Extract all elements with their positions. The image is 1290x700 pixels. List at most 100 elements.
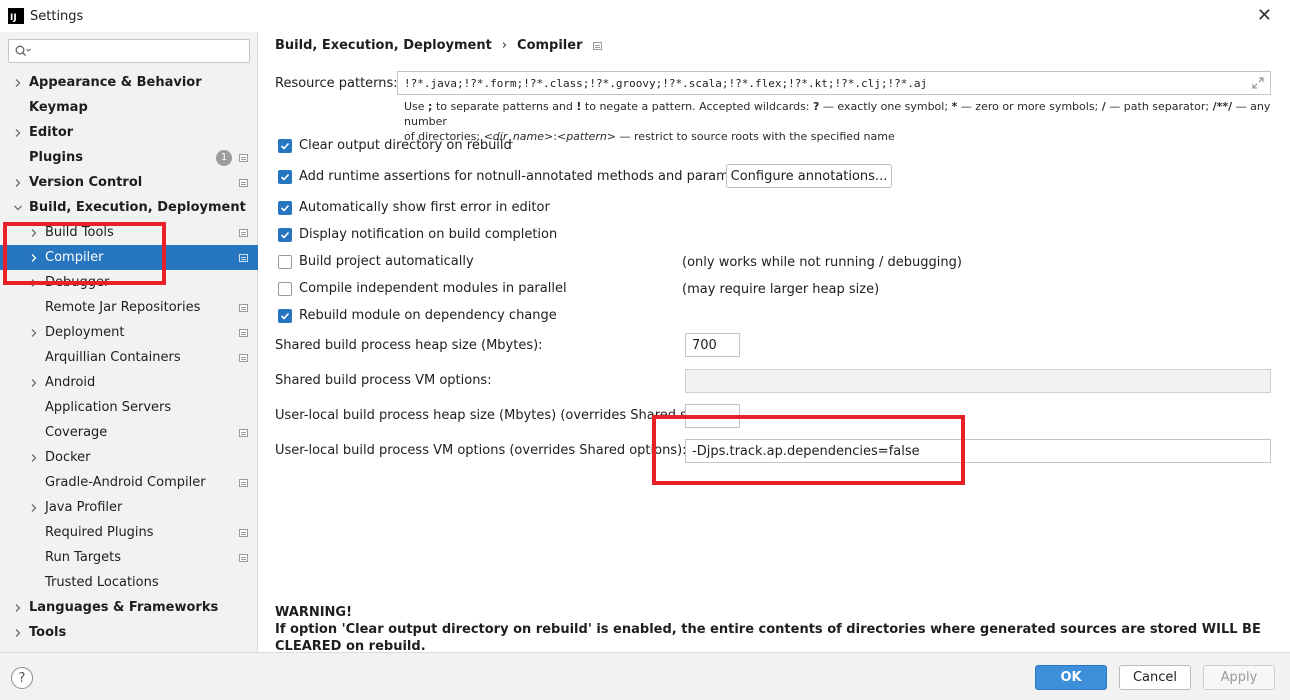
chevron-right-icon[interactable] (12, 177, 24, 189)
warning-message: WARNING! If option 'Clear output directo… (275, 604, 1290, 655)
breadcrumb-parent[interactable]: Build, Execution, Deployment (275, 38, 492, 53)
sidebar-item-label: Run Targets (45, 550, 122, 565)
shared-heap-input[interactable]: 700 (685, 333, 740, 357)
sidebar-item-docker[interactable]: Docker (0, 445, 258, 470)
chevron-right-icon[interactable] (12, 627, 24, 639)
checkbox-compile-independent-modules-in-parallel[interactable]: Compile independent modules in parallel (278, 281, 567, 296)
sidebar-item-deployment[interactable]: Deployment (0, 320, 258, 345)
close-icon[interactable]: ✕ (1257, 7, 1272, 25)
sidebar-item-gradle-android-compiler[interactable]: Gradle-Android Compiler (0, 470, 258, 495)
sidebar-item-label: Deployment (45, 325, 125, 340)
settings-tree: Appearance & Behavior Keymap Editor Plugins… (0, 70, 258, 645)
sidebar-item-editor[interactable]: Editor (0, 120, 258, 145)
sidebar-item-debugger[interactable]: Debugger (0, 270, 258, 295)
chevron-right-icon[interactable] (28, 327, 40, 339)
sidebar-item-trusted-locations[interactable]: Trusted Locations (0, 570, 258, 595)
checkbox-unchecked-icon[interactable] (278, 281, 292, 296)
sidebar-item-application-servers[interactable]: Application Servers (0, 395, 258, 420)
chevron-right-icon[interactable] (12, 127, 24, 139)
settings-search-box[interactable] (8, 39, 250, 63)
dialog-footer: ? OK Cancel Apply (0, 652, 1290, 700)
chevron-right-icon[interactable] (28, 502, 40, 514)
shared-vm-input[interactable] (685, 369, 1271, 393)
sidebar-item-label: Version Control (29, 175, 143, 190)
sidebar-item-label: Coverage (45, 425, 108, 440)
sidebar-item-java-profiler[interactable]: Java Profiler (0, 495, 258, 520)
checkbox-add-runtime-assertions-for-notnull-annotated-methods-and-parameters[interactable]: Add runtime assertions for notnull-annot… (278, 169, 762, 184)
local-heap-input[interactable] (685, 404, 740, 428)
sidebar-item-arquillian-containers[interactable]: Arquillian Containers (0, 345, 258, 370)
chevron-right-icon[interactable] (28, 252, 40, 264)
settings-search-input[interactable] (35, 44, 249, 58)
sidebar-item-remote-jar-repositories[interactable]: Remote Jar Repositories (0, 295, 258, 320)
checkbox-label: Build project automatically (299, 254, 474, 269)
help-icon[interactable]: ? (11, 667, 33, 689)
checkbox-unchecked-icon[interactable] (278, 254, 292, 269)
local-vm-input[interactable]: -Djps.track.ap.dependencies=false (685, 439, 1271, 463)
project-scope-icon (239, 528, 248, 537)
sidebar-item-plugins[interactable]: Plugins 1 (0, 145, 258, 170)
sidebar-item-label: Arquillian Containers (45, 350, 181, 365)
sidebar-item-keymap[interactable]: Keymap (0, 95, 258, 120)
chevron-right-icon[interactable] (28, 377, 40, 389)
sidebar-item-label: Editor (29, 125, 74, 140)
shared-heap-label: Shared build process heap size (Mbytes): (275, 338, 543, 353)
checkbox-label: Clear output directory on rebuild (299, 138, 512, 153)
update-count-badge: 1 (216, 149, 232, 166)
project-scope-icon (239, 153, 248, 162)
sidebar-item-version-control[interactable]: Version Control (0, 170, 258, 195)
configure-annotations-button[interactable]: Configure annotations... (726, 164, 892, 188)
chevron-right-icon[interactable] (12, 77, 24, 89)
checkbox-checked-icon[interactable] (278, 227, 292, 242)
sidebar-item-build-tools[interactable]: Build Tools (0, 220, 258, 245)
project-scope-icon (239, 478, 248, 487)
shared-heap-value: 700 (692, 337, 717, 353)
checkbox-build-project-automatically[interactable]: Build project automatically (278, 254, 474, 269)
sidebar-item-android[interactable]: Android (0, 370, 258, 395)
sidebar-item-run-targets[interactable]: Run Targets (0, 545, 258, 570)
compiler-settings-panel: Build, Execution, Deployment › Compiler … (258, 32, 1290, 655)
project-scope-icon (592, 41, 602, 50)
resource-patterns-input[interactable]: !?*.java;!?*.form;!?*.class;!?*.groovy;!… (397, 71, 1271, 95)
cancel-button[interactable]: Cancel (1119, 665, 1191, 690)
project-scope-icon (239, 328, 248, 337)
chevron-right-icon[interactable] (12, 602, 24, 614)
sidebar-item-label: Appearance & Behavior (29, 75, 202, 90)
sidebar-item-label: Plugins (29, 150, 83, 165)
project-scope-icon (239, 303, 248, 312)
sidebar-item-label: Tools (29, 625, 67, 640)
chevron-down-icon[interactable] (12, 202, 24, 214)
sidebar-item-build-execution-deployment[interactable]: Build, Execution, Deployment (0, 195, 258, 220)
sidebar-item-languages-frameworks[interactable]: Languages & Frameworks (0, 595, 258, 620)
chevron-right-icon[interactable] (28, 452, 40, 464)
checkbox-label: Add runtime assertions for notnull-annot… (299, 169, 763, 184)
warning-text: If option 'Clear output directory on reb… (275, 622, 1261, 654)
project-scope-icon (239, 178, 248, 187)
chevron-right-icon[interactable] (28, 227, 40, 239)
checkbox-checked-icon[interactable] (278, 308, 292, 323)
sidebar-item-label: Build Tools (45, 225, 114, 240)
checkbox-clear-output-directory-on-rebuild[interactable]: Clear output directory on rebuild (278, 138, 512, 153)
checkbox-automatically-show-first-error-in-editor[interactable]: Automatically show first error in editor (278, 200, 550, 215)
project-scope-icon (239, 353, 248, 362)
checkbox-checked-icon[interactable] (278, 138, 292, 153)
sidebar-item-label: Languages & Frameworks (29, 600, 219, 615)
checkbox-display-notification-on-build-completion[interactable]: Display notification on build completion (278, 227, 557, 242)
sidebar-item-compiler[interactable]: Compiler (0, 245, 258, 270)
sidebar-item-appearance-behavior[interactable]: Appearance & Behavior (0, 70, 258, 95)
expand-icon[interactable] (1252, 77, 1264, 92)
apply-button[interactable]: Apply (1203, 665, 1275, 690)
checkbox-rebuild-module-on-dependency-change[interactable]: Rebuild module on dependency change (278, 308, 557, 323)
sidebar-item-label: Gradle-Android Compiler (45, 475, 206, 490)
checkbox-checked-icon[interactable] (278, 200, 292, 215)
chevron-right-icon[interactable] (28, 277, 40, 289)
breadcrumb: Build, Execution, Deployment › Compiler (275, 38, 602, 53)
sidebar-item-required-plugins[interactable]: Required Plugins (0, 520, 258, 545)
project-scope-icon (239, 428, 248, 437)
sidebar-item-tools[interactable]: Tools (0, 620, 258, 645)
checkbox-checked-icon[interactable] (278, 169, 292, 184)
sidebar-item-coverage[interactable]: Coverage (0, 420, 258, 445)
local-vm-value: -Djps.track.ap.dependencies=false (692, 443, 920, 459)
ok-button[interactable]: OK (1035, 665, 1107, 690)
sidebar-item-label: Trusted Locations (45, 575, 159, 590)
